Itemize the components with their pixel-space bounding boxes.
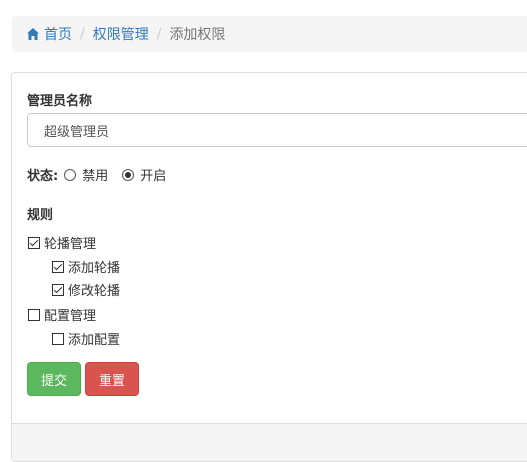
status-option-disabled[interactable]: 禁用 xyxy=(64,165,108,184)
breadcrumb-section-link[interactable]: 权限管理 xyxy=(93,24,149,44)
rule-label: 配置管理 xyxy=(44,309,97,324)
breadcrumb-separator: / xyxy=(80,26,85,42)
breadcrumb-separator: / xyxy=(156,26,162,42)
admin-name-input[interactable] xyxy=(27,113,527,147)
breadcrumb-home-label: 首页 xyxy=(44,27,72,43)
rule-label: 修改轮播 xyxy=(68,284,121,299)
rule-config-manage-checkbox[interactable] xyxy=(28,308,40,321)
rule-config-manage[interactable]: 配置管理 xyxy=(28,305,96,324)
breadcrumb: 首页 / 权限管理 / 添加权限 xyxy=(12,16,527,52)
rule-carousel-manage-checkbox[interactable] xyxy=(28,236,40,249)
status-enabled-label: 开启 xyxy=(140,169,167,184)
rules-label: 规则 xyxy=(27,208,54,223)
rule-carousel-add[interactable]: 添加轮播 xyxy=(52,257,120,276)
status-enabled-radio[interactable] xyxy=(122,168,135,181)
rule-label: 添加配置 xyxy=(68,333,121,348)
rule-carousel-edit[interactable]: 修改轮播 xyxy=(52,280,120,299)
status-option-enabled[interactable]: 开启 xyxy=(122,165,166,184)
rule-label: 轮播管理 xyxy=(44,237,97,252)
breadcrumb-home-link[interactable]: 首页 xyxy=(26,24,72,44)
status-disabled-label: 禁用 xyxy=(82,169,109,184)
submit-button[interactable]: 提交 xyxy=(27,362,81,396)
form-panel: 管理员名称 状态: 禁用 开启 规则 轮播管理 添加轮播 修改轮播 配置管理 添… xyxy=(11,72,527,462)
rule-carousel-manage[interactable]: 轮播管理 xyxy=(28,233,96,252)
rule-config-add[interactable]: 添加配置 xyxy=(52,329,120,348)
breadcrumb-current: 添加权限 xyxy=(169,27,226,43)
rule-carousel-add-checkbox[interactable] xyxy=(52,260,64,273)
rule-config-add-checkbox[interactable] xyxy=(52,332,64,345)
panel-footer xyxy=(12,423,527,461)
rule-carousel-edit-checkbox[interactable] xyxy=(52,283,64,296)
status-row: 状态: 禁用 开启 xyxy=(27,165,180,184)
rule-label: 添加轮播 xyxy=(68,261,121,276)
status-label: 状态: xyxy=(27,169,59,184)
reset-button[interactable]: 重置 xyxy=(85,362,139,396)
status-disabled-radio[interactable] xyxy=(64,168,77,181)
admin-name-label: 管理员名称 xyxy=(27,94,93,109)
home-icon xyxy=(27,28,39,40)
